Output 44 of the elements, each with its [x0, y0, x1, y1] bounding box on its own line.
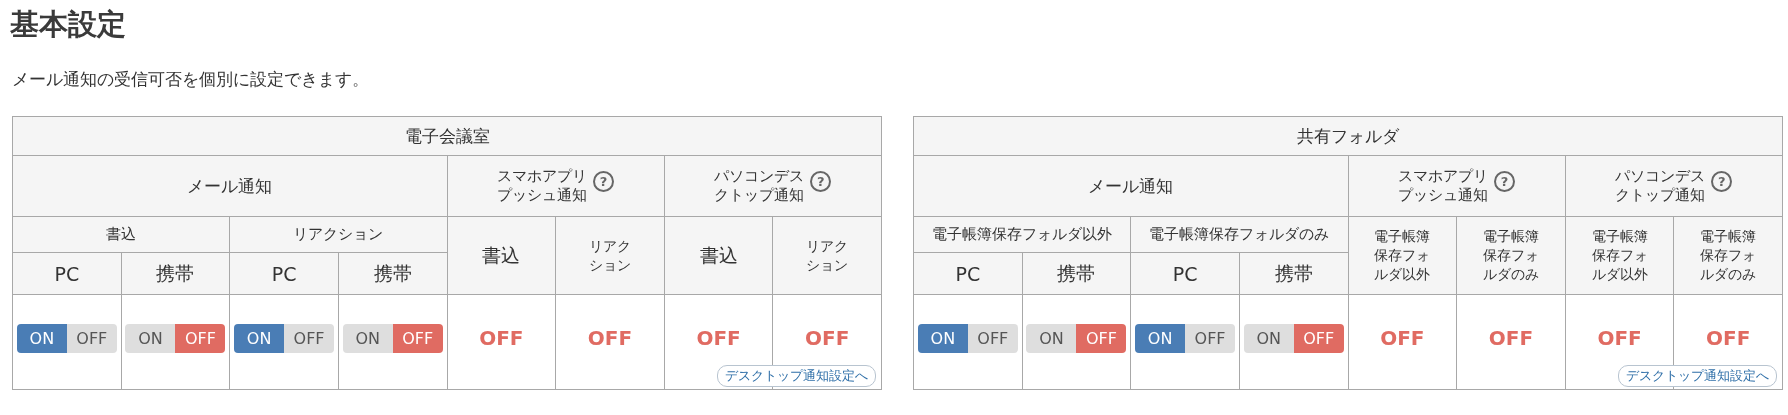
- column-header: リアクション: [806, 236, 849, 275]
- status-text: OFF: [587, 326, 633, 350]
- help-icon[interactable]: ?: [810, 170, 832, 192]
- column-header: PC: [913, 252, 1023, 295]
- column-header: スマホアプリプッシュ通知: [497, 167, 588, 205]
- status-text: OFF: [805, 326, 850, 350]
- column-header: 電子帳簿保存フォルダ以外: [913, 216, 1131, 253]
- column-header: 書込: [482, 242, 521, 268]
- desktop-settings-button[interactable]: デスクトップ通知設定へ: [1618, 365, 1777, 387]
- column-header: 電子帳簿保存フォルダ以外: [1591, 227, 1648, 284]
- column-header: メール通知: [12, 155, 447, 217]
- column-header: パソコンデスクトップ通知: [1615, 167, 1706, 205]
- help-icon[interactable]: ?: [1711, 170, 1733, 192]
- column-header: 電子帳簿保存フォルダのみ: [1130, 216, 1348, 253]
- column-header: 携帯: [338, 252, 447, 295]
- page-description: メール通知の受信可否を個別に設定できます。: [12, 68, 370, 91]
- column-header: メール通知: [913, 155, 1348, 217]
- column-header: 書込: [12, 216, 230, 253]
- column-header: リアクション: [588, 236, 631, 275]
- column-header: 電子帳簿保存フォルダのみ: [1700, 227, 1757, 284]
- column-header: 書込: [699, 242, 738, 268]
- panel-title: 電子会議室: [12, 116, 882, 156]
- column-header: 電子帳簿保存フォルダ以外: [1374, 227, 1431, 284]
- desktop-settings-button[interactable]: デスクトップ通知設定へ: [717, 365, 876, 387]
- status-text: OFF: [1488, 326, 1534, 350]
- column-header: PC: [12, 252, 122, 295]
- column-header: リアクション: [229, 216, 447, 253]
- status-text: OFF: [1706, 326, 1751, 350]
- panel-title: 共有フォルダ: [913, 116, 1783, 156]
- column-header: PC: [1130, 252, 1240, 295]
- column-header: パソコンデスクトップ通知: [714, 167, 805, 205]
- column-header: 電子帳簿保存フォルダのみ: [1482, 227, 1539, 284]
- page-title: 基本設定: [10, 6, 127, 43]
- help-icon[interactable]: ?: [1494, 170, 1516, 192]
- status-text: OFF: [1597, 326, 1642, 350]
- column-header: PC: [229, 252, 339, 295]
- status-text: OFF: [1380, 326, 1425, 350]
- column-header: 携帯: [1022, 252, 1131, 295]
- status-text: OFF: [479, 326, 524, 350]
- column-header: 携帯: [1239, 252, 1348, 295]
- status-text: OFF: [696, 326, 741, 350]
- help-icon[interactable]: ?: [593, 170, 615, 192]
- column-header: スマホアプリプッシュ通知: [1398, 167, 1489, 205]
- column-header: 携帯: [121, 252, 230, 295]
